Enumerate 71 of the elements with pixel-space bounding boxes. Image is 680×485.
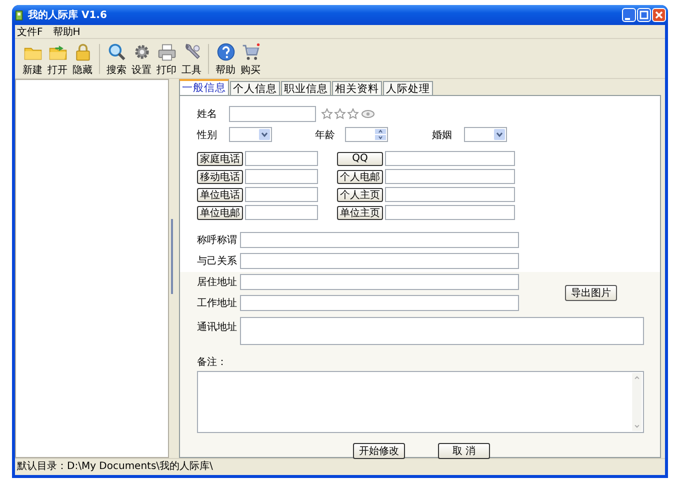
printer-icon — [156, 42, 178, 62]
contact-field[interactable] — [385, 205, 515, 220]
tab[interactable]: 职业信息 — [281, 81, 331, 95]
contact-field[interactable] — [245, 151, 318, 166]
toolbar-button[interactable]: 购买 — [238, 40, 263, 76]
field-label: 姓名 — [197, 108, 218, 121]
contact-type-button[interactable]: 个人主页 — [337, 188, 383, 202]
toolbar-button[interactable]: 打开 — [45, 40, 70, 76]
maximize-button[interactable] — [637, 8, 651, 22]
marriage-dropdown[interactable] — [464, 127, 507, 142]
field-label: 性别 — [197, 128, 218, 142]
help-icon — [214, 42, 236, 62]
age-spinner[interactable] — [345, 127, 388, 142]
menu-item[interactable]: 文件F — [17, 24, 43, 38]
field-label: 年龄 — [315, 128, 336, 142]
contact-field[interactable] — [385, 151, 515, 166]
contact-field[interactable] — [385, 169, 515, 184]
address-field[interactable] — [240, 317, 644, 345]
export-image-button[interactable]: 导出图片 — [565, 284, 617, 300]
contact-field[interactable] — [245, 205, 318, 220]
field-label: 与己关系 — [197, 254, 238, 268]
contact-field[interactable] — [245, 187, 318, 202]
app-icon — [15, 10, 24, 20]
toolbar-button[interactable]: 打印 — [154, 40, 179, 76]
toolbar-button[interactable]: 设置 — [129, 40, 154, 76]
window-title: 我的人际库 V1.6 — [28, 8, 108, 22]
contact-type-button[interactable]: 个人电邮 — [337, 170, 383, 184]
tab[interactable]: 人际处理 — [383, 81, 433, 95]
toolbar-button[interactable]: 搜索 — [104, 40, 129, 76]
splitter-handle[interactable] — [171, 219, 173, 294]
field-label: 婚姻 — [432, 128, 453, 142]
toolbar-button[interactable]: 隐藏 — [70, 40, 95, 76]
status-text: 默认目录：D:\My Documents\我的人际库\ — [17, 460, 213, 473]
contact-field[interactable] — [385, 187, 515, 202]
field-label: 通讯地址 — [197, 320, 238, 334]
contact-field[interactable] — [245, 169, 318, 184]
contact-type-button[interactable]: QQ — [337, 152, 383, 166]
close-icon — [653, 9, 665, 21]
contact-type-button[interactable]: 移动电话 — [197, 170, 243, 184]
action-button[interactable]: 开始修改 — [353, 443, 405, 459]
text-field[interactable] — [240, 232, 519, 248]
gender-dropdown[interactable] — [229, 127, 272, 142]
tab[interactable]: 相关资料 — [332, 81, 382, 95]
field-label: 称呼称谓 — [197, 234, 238, 247]
field-label: 工作地址 — [197, 296, 238, 310]
menu-item[interactable]: 帮助H — [52, 24, 80, 38]
action-button[interactable]: 取 消 — [438, 443, 490, 459]
spinner-arrows-icon — [375, 128, 386, 141]
text-field[interactable] — [240, 295, 519, 311]
field-label: 备注： — [197, 356, 227, 369]
field-label: 居住地址 — [197, 276, 238, 289]
minimize-icon — [625, 18, 630, 20]
contact-type-button[interactable]: 单位电话 — [197, 188, 243, 202]
tab[interactable]: 个人信息 — [230, 81, 280, 95]
notes-field[interactable] — [197, 371, 644, 433]
toolbar-button[interactable]: 工具 — [179, 40, 204, 76]
toolbar-button[interactable]: 帮助 — [213, 40, 238, 76]
name-field[interactable] — [229, 106, 316, 122]
toolbar-button[interactable]: 新建 — [20, 40, 45, 76]
maximize-icon — [638, 9, 650, 21]
star-rating[interactable] — [321, 108, 359, 120]
contact-type-button[interactable]: 家庭电话 — [197, 152, 243, 166]
contact-type-button[interactable]: 单位主页 — [337, 206, 383, 220]
scrollbar — [632, 373, 642, 431]
close-button[interactable] — [652, 8, 666, 22]
eye-icon — [361, 109, 375, 119]
contact-type-button[interactable]: 单位电邮 — [197, 206, 243, 220]
text-field[interactable] — [240, 274, 519, 290]
text-field[interactable] — [240, 253, 519, 269]
minimize-button[interactable] — [622, 8, 636, 22]
tab[interactable]: 一般信息 — [179, 79, 229, 95]
